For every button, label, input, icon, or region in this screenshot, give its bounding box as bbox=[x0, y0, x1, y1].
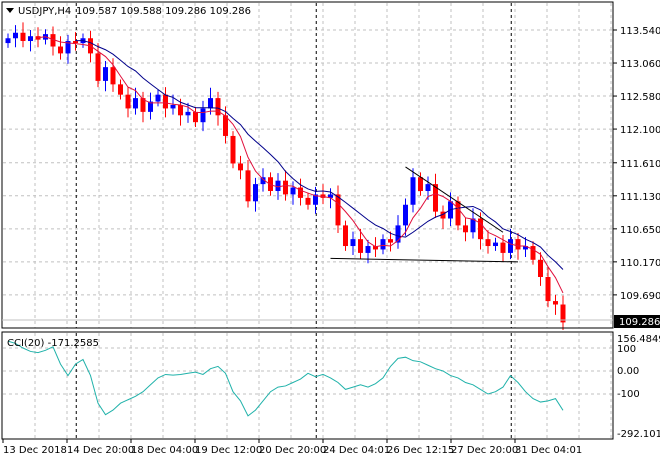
bear-candle bbox=[485, 239, 491, 247]
price-tick-label: 112.580 bbox=[620, 92, 660, 103]
price-tick-label: 111.610 bbox=[620, 159, 660, 170]
dropdown-triangle-icon[interactable] bbox=[6, 8, 14, 13]
bull-candle bbox=[380, 239, 386, 250]
bull-candle bbox=[253, 184, 258, 202]
bull-candle bbox=[350, 239, 356, 247]
price-tick-label: 110.650 bbox=[620, 225, 660, 236]
bear-candle bbox=[73, 41, 78, 44]
bear-candle bbox=[545, 276, 551, 302]
bull-candle bbox=[493, 242, 498, 247]
cci-tick-label: -100 bbox=[617, 389, 640, 400]
bull-candle bbox=[410, 177, 416, 205]
cci-tick-label: 100 bbox=[617, 344, 636, 355]
time-tick-label: 24 Dec 04:01 bbox=[323, 445, 390, 456]
symbol-label: USDJPY,H4 bbox=[18, 6, 71, 17]
bear-candle bbox=[245, 170, 251, 202]
main-pane-frame bbox=[1, 1, 614, 329]
time-tick-label: 18 Dec 04:00 bbox=[131, 445, 198, 456]
time-tick-label: 31 Dec 04:01 bbox=[515, 445, 582, 456]
bear-candle bbox=[178, 104, 183, 116]
chart-canvas: 113.540 113.060 112.580 112.100 111.610 111.1… bbox=[1, 1, 660, 456]
time-axis[interactable]: 13 Dec 2018 14 Dec 20:0018 Dec 04:0019 De… bbox=[2, 439, 582, 456]
bear-candle bbox=[20, 32, 26, 42]
bear-candle bbox=[58, 46, 63, 54]
price-tick-label: 113.060 bbox=[620, 59, 660, 70]
bear-candle bbox=[455, 201, 461, 226]
cci-tick-label: -292.1019 bbox=[617, 429, 660, 440]
bear-candle bbox=[110, 67, 116, 85]
bull-candle bbox=[103, 67, 108, 81]
ma-fast-line bbox=[37, 36, 564, 294]
time-tick-label: 13 Dec 2018 bbox=[3, 445, 67, 456]
time-tick-label: 26 Dec 12:15 bbox=[387, 445, 454, 456]
price-axis[interactable]: 113.540 113.060 112.580 112.100 111.610 111.1… bbox=[613, 26, 660, 302]
bear-candle bbox=[388, 239, 393, 243]
bear-candle bbox=[343, 225, 348, 247]
bear-candle bbox=[35, 36, 41, 40]
bull-candle bbox=[365, 246, 371, 253]
price-tick-label: 112.100 bbox=[620, 125, 660, 136]
bear-candle bbox=[500, 242, 506, 253]
cci-tick-label: 0.00 bbox=[617, 366, 639, 377]
bear-candle bbox=[238, 163, 243, 171]
bear-candle bbox=[418, 177, 423, 191]
bull-candle bbox=[185, 111, 191, 116]
candles bbox=[5, 22, 566, 330]
ohlc-label: 109.587 109.588 109.286 109.286 bbox=[76, 6, 251, 17]
bear-candle bbox=[335, 194, 341, 226]
bear-candle bbox=[95, 53, 101, 81]
bear-candle bbox=[530, 246, 536, 260]
bull-candle bbox=[508, 239, 513, 253]
bull-candle bbox=[275, 180, 281, 191]
time-tick-label: 19 Dec 12:00 bbox=[195, 445, 262, 456]
price-tick-label: 113.540 bbox=[620, 26, 660, 37]
time-tick-label: 27 Dec 20:00 bbox=[451, 445, 518, 456]
bear-candle bbox=[118, 84, 123, 95]
bear-candle bbox=[193, 111, 198, 123]
price-tick-label: 109.690 bbox=[620, 291, 660, 302]
bear-candle bbox=[538, 259, 543, 277]
cci-line bbox=[7, 340, 564, 417]
bear-candle bbox=[230, 135, 236, 164]
bear-candle bbox=[553, 301, 558, 305]
resistance-trendline[interactable] bbox=[405, 166, 504, 233]
ma-slow-line bbox=[75, 40, 564, 270]
bear-candle bbox=[358, 239, 363, 253]
bull-candle bbox=[208, 98, 213, 109]
bull-candle bbox=[133, 98, 138, 109]
price-tick-label: 110.170 bbox=[620, 258, 660, 269]
time-tick-label: 20 Dec 20:00 bbox=[259, 445, 326, 456]
price-tick-label: 111.130 bbox=[620, 192, 660, 203]
bear-candle bbox=[515, 239, 521, 250]
bull-candle bbox=[155, 94, 161, 102]
bear-candle bbox=[478, 218, 483, 240]
support-trendline[interactable] bbox=[330, 257, 519, 263]
bull-candle bbox=[425, 184, 431, 191]
cci-axis[interactable]: 156.48491000.00-100-292.1019 bbox=[617, 334, 660, 440]
bull-candle bbox=[170, 104, 176, 109]
bull-candle bbox=[290, 187, 296, 195]
cci-title: CCI(20) -171.2585 bbox=[7, 338, 99, 349]
bull-candle bbox=[5, 38, 11, 44]
bear-candle bbox=[463, 225, 468, 233]
bear-candle bbox=[125, 94, 131, 109]
bear-candle bbox=[283, 180, 288, 195]
bear-candle bbox=[305, 197, 311, 205]
bull-candle bbox=[28, 36, 33, 42]
time-tick-label: 14 Dec 20:00 bbox=[67, 445, 134, 456]
bull-candle bbox=[200, 108, 206, 123]
bull-candle bbox=[13, 32, 18, 39]
bear-candle bbox=[163, 94, 168, 109]
bull-candle bbox=[403, 204, 408, 226]
current-price-label: 109.286 bbox=[619, 317, 660, 328]
